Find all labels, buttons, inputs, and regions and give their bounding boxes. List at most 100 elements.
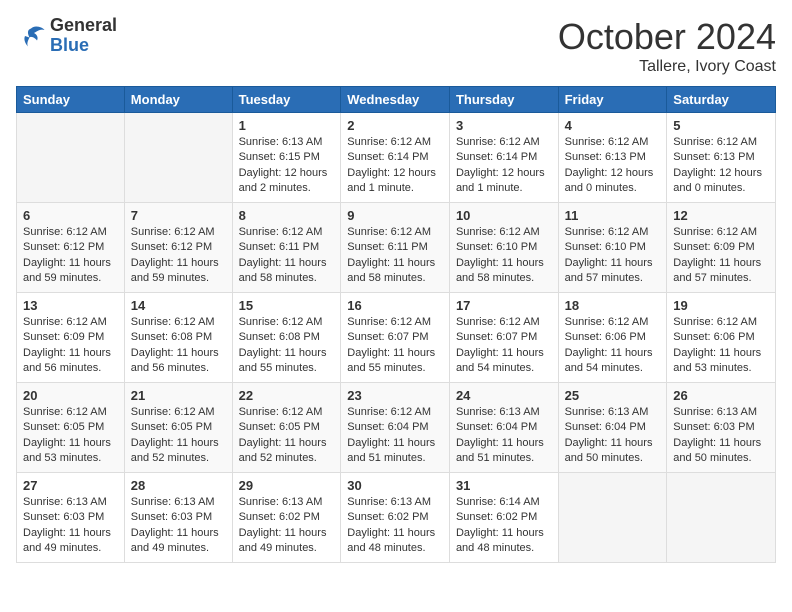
day-number: 10 (456, 208, 552, 223)
title-area: October 2024 Tallere, Ivory Coast (558, 16, 776, 76)
calendar-cell: 28Sunrise: 6:13 AM Sunset: 6:03 PM Dayli… (124, 473, 232, 563)
day-number: 30 (347, 478, 443, 493)
day-number: 16 (347, 298, 443, 313)
day-number: 22 (239, 388, 335, 403)
day-number: 31 (456, 478, 552, 493)
calendar-cell: 16 Sunrise: 6:12 AM Sunset: 6:07 PM Dayli… (341, 293, 450, 383)
calendar-body: 1 Sunrise: 6:13 AM Sunset: 6:15 PM Daylig… (17, 113, 776, 563)
cell-info: Sunrise: 6:12 AM Sunset: 6:11 PM Dayligh… (347, 225, 443, 287)
day-number: 2 (347, 118, 443, 133)
day-number: 18 (565, 298, 661, 313)
calendar-cell: 11 Sunrise: 6:12 AM Sunset: 6:10 PM Dayli… (558, 203, 667, 293)
day-number: 4 (565, 118, 661, 133)
cell-info: Sunrise: 6:12 AM Sunset: 6:12 PM Dayligh… (131, 225, 226, 287)
header-day-wednesday: Wednesday (341, 87, 450, 113)
day-number: 6 (23, 208, 118, 223)
calendar-cell: 14Sunrise: 6:12 AM Sunset: 6:08 PM Dayli… (124, 293, 232, 383)
cell-info: Sunrise: 6:12 AM Sunset: 6:13 PM Dayligh… (673, 135, 769, 197)
logo-bird-icon (16, 21, 46, 51)
cell-info: Sunrise: 6:12 AM Sunset: 6:06 PM Dayligh… (673, 315, 769, 377)
calendar-cell: 26 Sunrise: 6:13 AM Sunset: 6:03 PM Dayli… (667, 383, 776, 473)
calendar-cell (124, 113, 232, 203)
day-number: 12 (673, 208, 769, 223)
cell-info: Sunrise: 6:12 AM Sunset: 6:05 PM Dayligh… (131, 405, 226, 467)
cell-info: Sunrise: 6:14 AM Sunset: 6:02 PM Dayligh… (456, 495, 552, 557)
calendar-cell: 7 Sunrise: 6:12 AM Sunset: 6:12 PM Daylig… (124, 203, 232, 293)
day-number: 5 (673, 118, 769, 133)
header-day-thursday: Thursday (449, 87, 558, 113)
day-number: 26 (673, 388, 769, 403)
day-number: 9 (347, 208, 443, 223)
cell-info: Sunrise: 6:13 AM Sunset: 6:04 PM Dayligh… (456, 405, 552, 467)
calendar-cell: 27 Sunrise: 6:13 AM Sunset: 6:03 PM Dayli… (17, 473, 125, 563)
cell-info: Sunrise: 6:12 AM Sunset: 6:07 PM Dayligh… (347, 315, 443, 377)
calendar-header: SundayMondayTuesdayWednesdayThursdayFrid… (17, 87, 776, 113)
calendar-cell (558, 473, 667, 563)
day-number: 24 (456, 388, 552, 403)
calendar-cell: 17 Sunrise: 6:12 AM Sunset: 6:07 PM Dayli… (449, 293, 558, 383)
cell-info: Sunrise: 6:13 AM Sunset: 6:03 PM Dayligh… (673, 405, 769, 467)
header-day-monday: Monday (124, 87, 232, 113)
day-number: 27 (23, 478, 118, 493)
cell-info: Sunrise: 6:12 AM Sunset: 6:10 PM Dayligh… (456, 225, 552, 287)
calendar-cell: 9 Sunrise: 6:12 AM Sunset: 6:11 PM Daylig… (341, 203, 450, 293)
cell-info: Sunrise: 6:13 AM Sunset: 6:02 PM Dayligh… (239, 495, 335, 557)
cell-info: Sunrise: 6:13 AM Sunset: 6:03 PM Dayligh… (131, 495, 226, 557)
logo-general: General (50, 16, 117, 36)
cell-info: Sunrise: 6:13 AM Sunset: 6:04 PM Dayligh… (565, 405, 661, 467)
calendar-cell: 19Sunrise: 6:12 AM Sunset: 6:06 PM Dayli… (667, 293, 776, 383)
day-number: 14 (131, 298, 226, 313)
calendar-cell: 6Sunrise: 6:12 AM Sunset: 6:12 PM Daylig… (17, 203, 125, 293)
calendar-cell: 13Sunrise: 6:12 AM Sunset: 6:09 PM Dayli… (17, 293, 125, 383)
calendar-cell: 3Sunrise: 6:12 AM Sunset: 6:14 PM Daylig… (449, 113, 558, 203)
calendar-cell: 21 Sunrise: 6:12 AM Sunset: 6:05 PM Dayli… (124, 383, 232, 473)
week-row-1: 1 Sunrise: 6:13 AM Sunset: 6:15 PM Daylig… (17, 113, 776, 203)
calendar-table: SundayMondayTuesdayWednesdayThursdayFrid… (16, 86, 776, 563)
cell-info: Sunrise: 6:12 AM Sunset: 6:05 PM Dayligh… (239, 405, 335, 467)
day-number: 20 (23, 388, 118, 403)
calendar-cell: 25 Sunrise: 6:13 AM Sunset: 6:04 PM Dayli… (558, 383, 667, 473)
calendar-cell: 24 Sunrise: 6:13 AM Sunset: 6:04 PM Dayli… (449, 383, 558, 473)
cell-info: Sunrise: 6:13 AM Sunset: 6:02 PM Dayligh… (347, 495, 443, 557)
calendar-cell: 15Sunrise: 6:12 AM Sunset: 6:08 PM Dayli… (232, 293, 341, 383)
cell-info: Sunrise: 6:12 AM Sunset: 6:06 PM Dayligh… (565, 315, 661, 377)
cell-info: Sunrise: 6:12 AM Sunset: 6:10 PM Dayligh… (565, 225, 661, 287)
calendar-cell: 22 Sunrise: 6:12 AM Sunset: 6:05 PM Dayli… (232, 383, 341, 473)
calendar-cell: 2 Sunrise: 6:12 AM Sunset: 6:14 PM Daylig… (341, 113, 450, 203)
logo-text: General Blue (50, 16, 117, 56)
header-day-saturday: Saturday (667, 87, 776, 113)
week-row-5: 27 Sunrise: 6:13 AM Sunset: 6:03 PM Dayli… (17, 473, 776, 563)
calendar-cell (17, 113, 125, 203)
header-day-friday: Friday (558, 87, 667, 113)
cell-info: Sunrise: 6:12 AM Sunset: 6:09 PM Dayligh… (23, 315, 118, 377)
calendar-cell: 29 Sunrise: 6:13 AM Sunset: 6:02 PM Dayli… (232, 473, 341, 563)
calendar-cell: 31 Sunrise: 6:14 AM Sunset: 6:02 PM Dayli… (449, 473, 558, 563)
day-number: 17 (456, 298, 552, 313)
calendar-cell: 30 Sunrise: 6:13 AM Sunset: 6:02 PM Dayli… (341, 473, 450, 563)
calendar-cell: 23Sunrise: 6:12 AM Sunset: 6:04 PM Dayli… (341, 383, 450, 473)
logo: General Blue (16, 16, 117, 56)
cell-info: Sunrise: 6:12 AM Sunset: 6:11 PM Dayligh… (239, 225, 335, 287)
month-title: October 2024 (558, 16, 776, 58)
day-number: 29 (239, 478, 335, 493)
day-number: 11 (565, 208, 661, 223)
day-number: 8 (239, 208, 335, 223)
calendar-cell: 5 Sunrise: 6:12 AM Sunset: 6:13 PM Daylig… (667, 113, 776, 203)
week-row-4: 20 Sunrise: 6:12 AM Sunset: 6:05 PM Dayli… (17, 383, 776, 473)
calendar-cell: 1 Sunrise: 6:13 AM Sunset: 6:15 PM Daylig… (232, 113, 341, 203)
cell-info: Sunrise: 6:12 AM Sunset: 6:05 PM Dayligh… (23, 405, 118, 467)
calendar-cell: 18 Sunrise: 6:12 AM Sunset: 6:06 PM Dayli… (558, 293, 667, 383)
cell-info: Sunrise: 6:12 AM Sunset: 6:14 PM Dayligh… (347, 135, 443, 197)
day-number: 7 (131, 208, 226, 223)
logo-blue: Blue (50, 36, 117, 56)
cell-info: Sunrise: 6:13 AM Sunset: 6:03 PM Dayligh… (23, 495, 118, 557)
header: General Blue October 2024 Tallere, Ivory… (16, 16, 776, 76)
day-number: 1 (239, 118, 335, 133)
header-row: SundayMondayTuesdayWednesdayThursdayFrid… (17, 87, 776, 113)
day-number: 21 (131, 388, 226, 403)
header-day-sunday: Sunday (17, 87, 125, 113)
cell-info: Sunrise: 6:12 AM Sunset: 6:07 PM Dayligh… (456, 315, 552, 377)
header-day-tuesday: Tuesday (232, 87, 341, 113)
cell-info: Sunrise: 6:13 AM Sunset: 6:15 PM Dayligh… (239, 135, 335, 197)
day-number: 25 (565, 388, 661, 403)
